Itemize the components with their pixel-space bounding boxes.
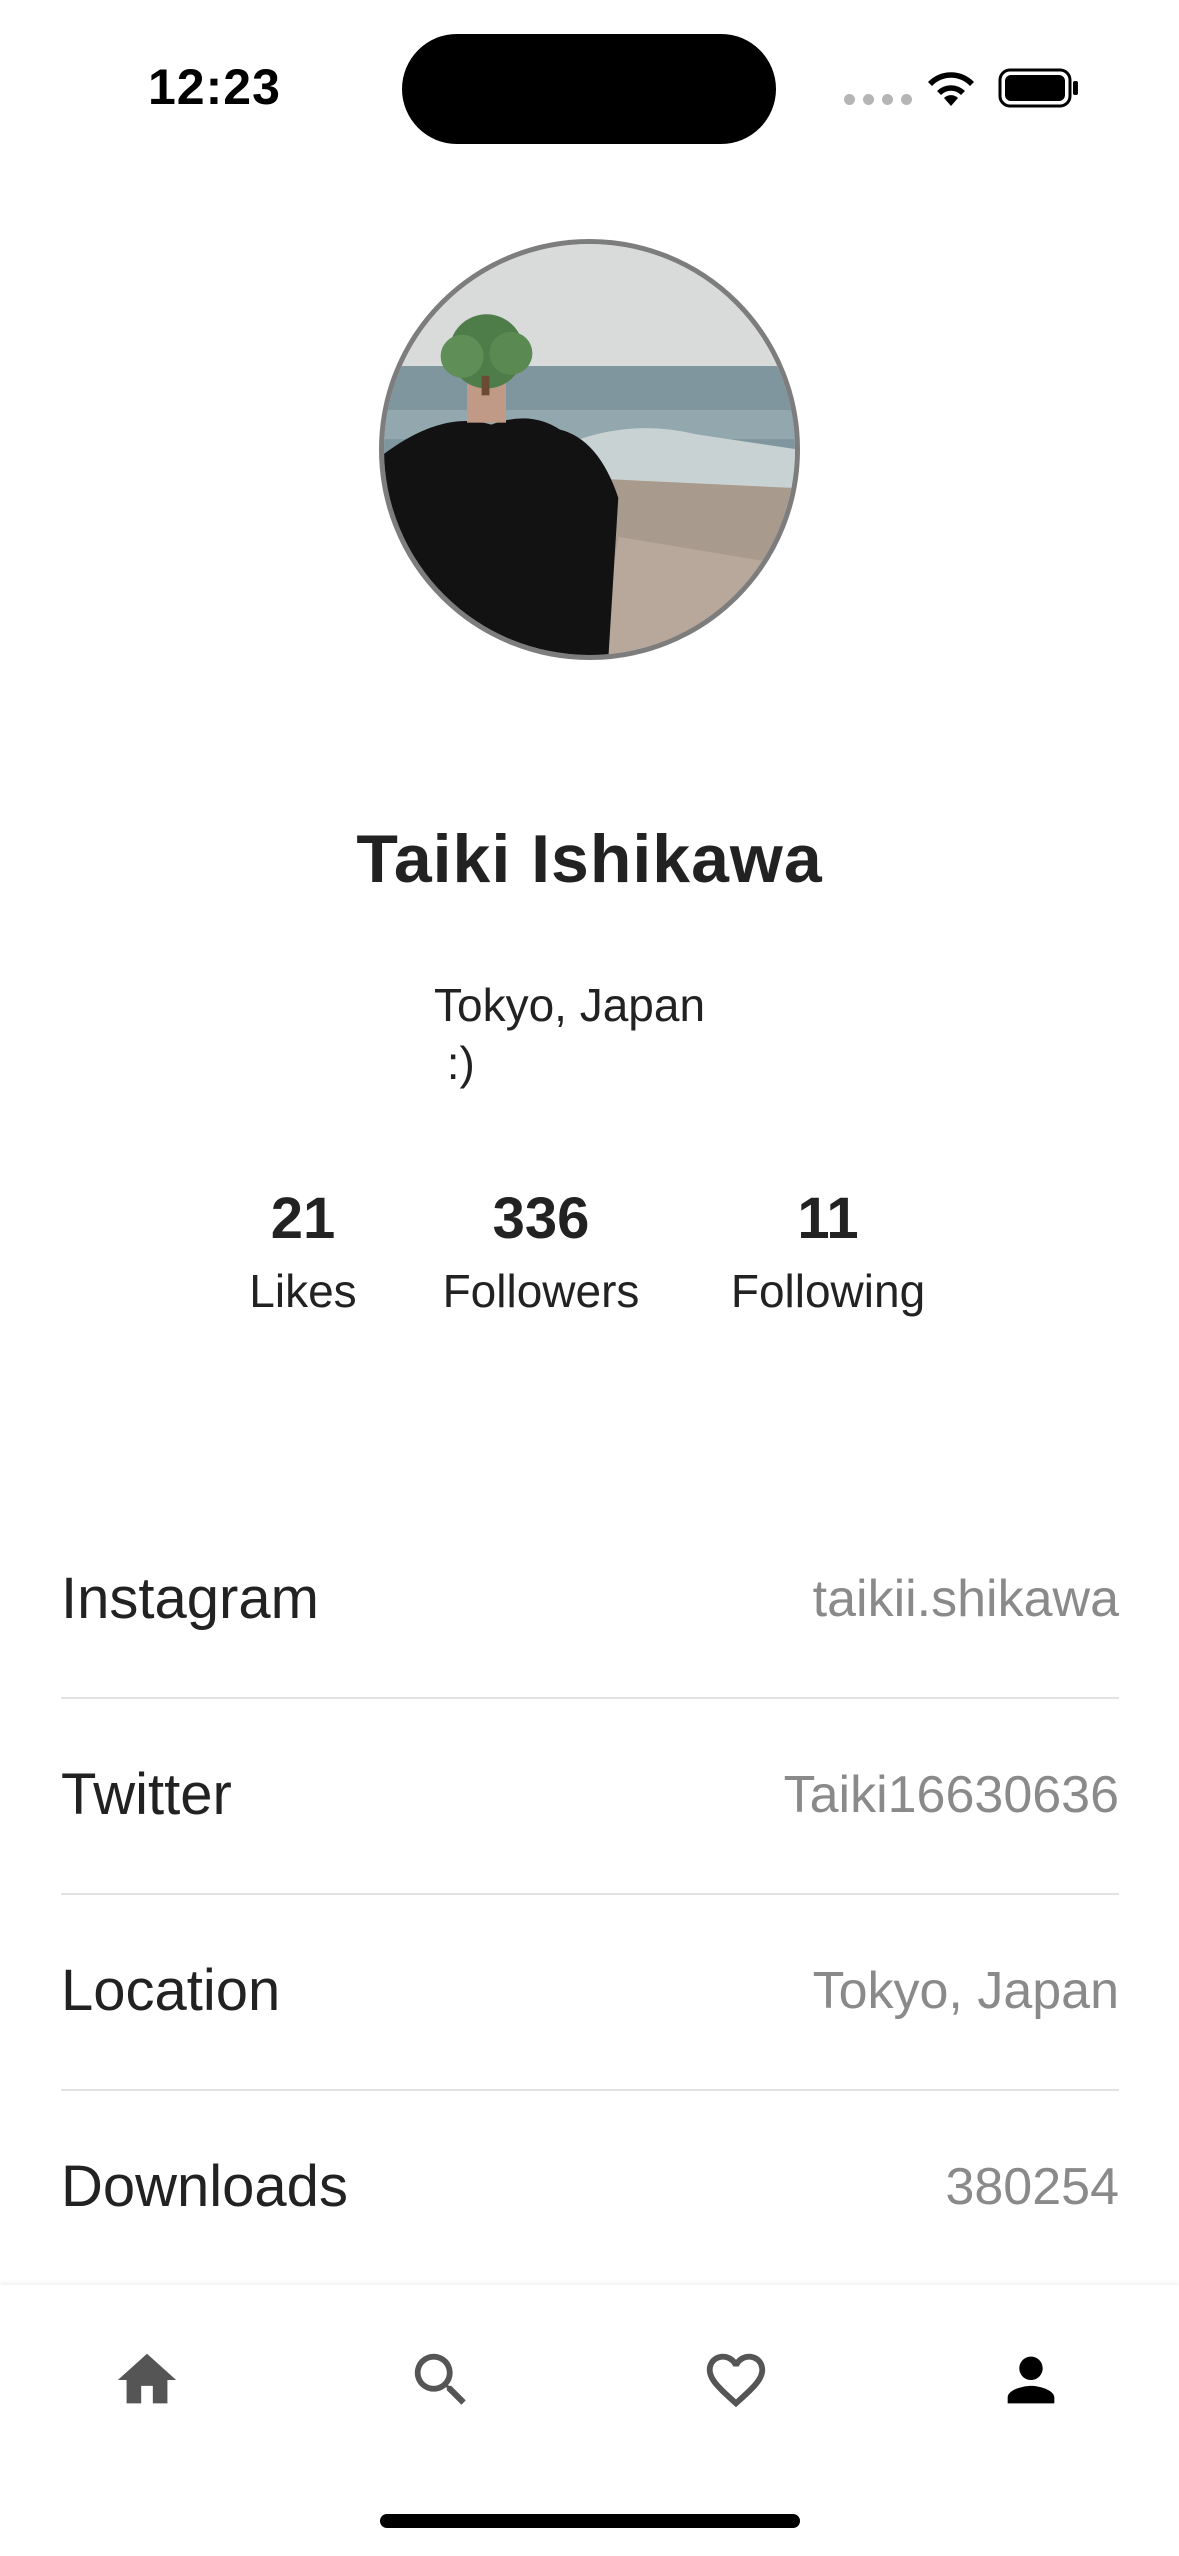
stat-label: Likes xyxy=(249,1265,357,1317)
stat-following[interactable]: 11 Following xyxy=(704,1186,952,1322)
info-label: Instagram xyxy=(61,1566,319,1631)
search-icon xyxy=(414,2353,466,2405)
info-value: taikii.shikawa xyxy=(812,1570,1119,1628)
profile-bio: Tokyo, Japan :) xyxy=(434,979,706,1089)
stat-likes[interactable]: 21 Likes xyxy=(226,1186,380,1322)
info-row-downloads[interactable]: Downloads 380254 xyxy=(61,2091,1119,2287)
battery-icon xyxy=(998,68,1078,108)
tab-favorites[interactable] xyxy=(701,2345,771,2415)
info-value: 380254 xyxy=(945,2158,1119,2216)
info-row-location[interactable]: Location Tokyo, Japan xyxy=(61,1895,1119,2091)
stat-value: 21 xyxy=(270,1186,336,1251)
info-label: Twitter xyxy=(61,1762,232,1827)
info-value: Taiki16630636 xyxy=(783,1766,1119,1824)
home-indicator[interactable] xyxy=(380,2514,800,2528)
status-bar: 12:23 xyxy=(0,0,1179,150)
tab-home[interactable] xyxy=(112,2345,182,2415)
tab-search[interactable] xyxy=(406,2345,476,2415)
info-value: Tokyo, Japan xyxy=(812,1962,1119,2020)
info-row-twitter[interactable]: Twitter Taiki16630636 xyxy=(61,1699,1119,1895)
info-row-instagram[interactable]: Instagram taikii.shikawa xyxy=(61,1503,1119,1699)
profile-info-list: Instagram taikii.shikawa Twitter Taiki16… xyxy=(61,1503,1119,2287)
tab-profile[interactable] xyxy=(996,2345,1066,2415)
stat-value: 11 xyxy=(797,1186,859,1251)
stat-label: Followers xyxy=(442,1265,640,1317)
person-icon xyxy=(1007,2356,1055,2404)
stat-value: 336 xyxy=(492,1186,590,1251)
stat-followers[interactable]: 336 Followers xyxy=(418,1186,664,1322)
cellular-signal-icon xyxy=(844,94,912,105)
profile-name: Taiki Ishikawa xyxy=(356,821,823,897)
heart-icon xyxy=(706,2353,766,2408)
status-time: 12:23 xyxy=(148,59,281,115)
stat-label: Following xyxy=(730,1265,926,1317)
wifi-icon xyxy=(928,72,974,106)
info-label: Downloads xyxy=(61,2154,348,2219)
info-label: Location xyxy=(61,1958,281,2023)
avatar xyxy=(379,239,800,660)
home-icon xyxy=(117,2353,177,2404)
dynamic-island xyxy=(402,34,776,144)
